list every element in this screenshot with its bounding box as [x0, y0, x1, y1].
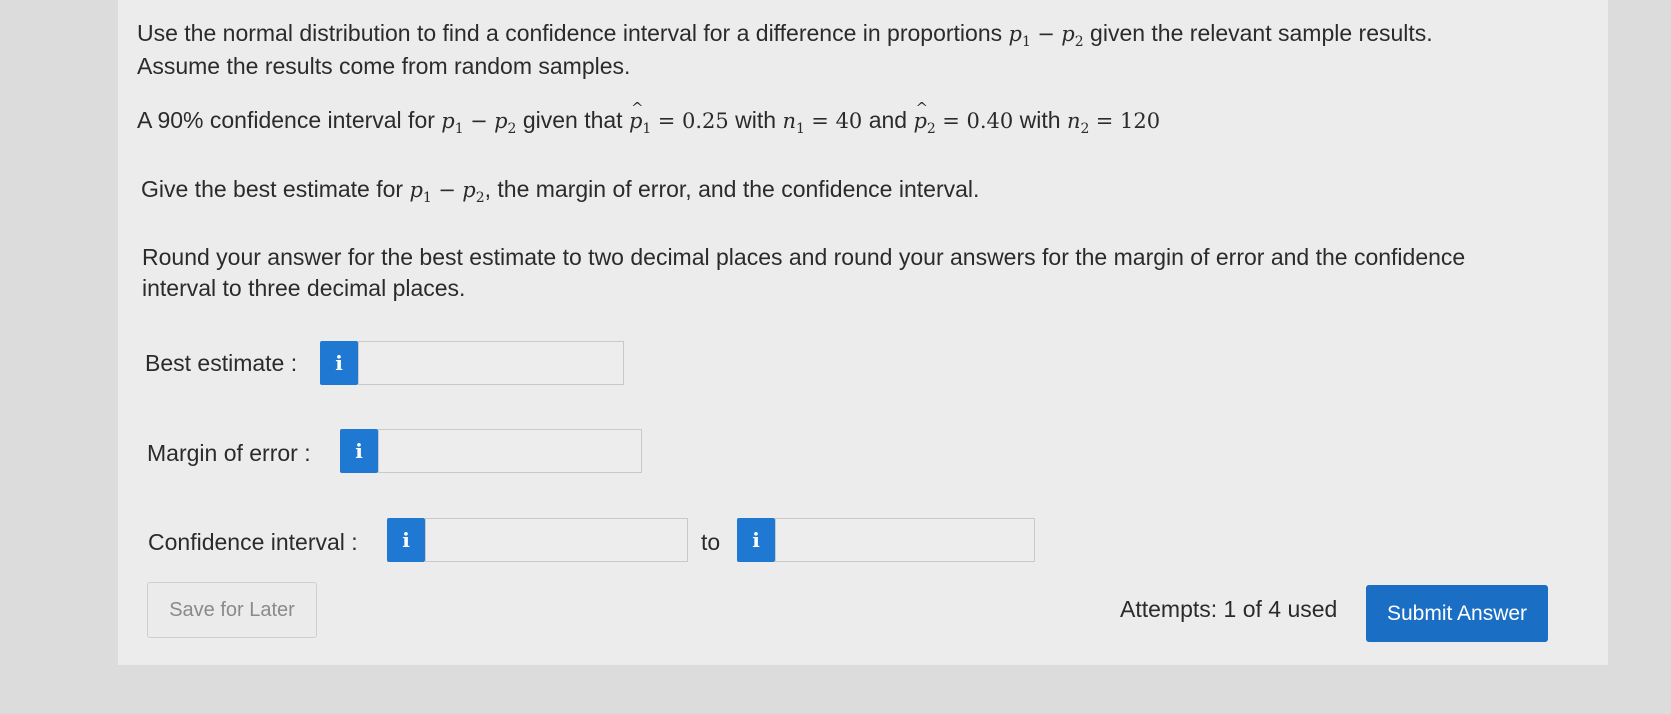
question-ci-line: A 90% confidence interval for p1 − p2 gi…: [137, 93, 1160, 145]
question-panel: [118, 0, 1608, 665]
ci-upper-input[interactable]: [775, 518, 1035, 562]
rounding-instructions-line1: Round your answer for the best estimate …: [142, 244, 1466, 270]
submit-answer-button[interactable]: Submit Answer: [1366, 585, 1548, 642]
ci-to-label: to: [701, 529, 721, 555]
question-instructions: Give the best estimate for p1 − p2, the …: [141, 176, 980, 206]
confidence-interval-label: Confidence interval :: [148, 529, 358, 555]
ci-upper-info-icon[interactable]: i: [737, 518, 775, 562]
save-for-later-button[interactable]: Save for Later: [147, 582, 317, 638]
margin-of-error-label: Margin of error :: [147, 440, 311, 466]
margin-of-error-input[interactable]: [378, 429, 642, 473]
best-estimate-info-icon[interactable]: i: [320, 341, 358, 385]
attempts-counter: Attempts: 1 of 4 used: [1120, 596, 1338, 622]
ci-lower-info-icon[interactable]: i: [387, 518, 425, 562]
best-estimate-input[interactable]: [358, 341, 624, 385]
rounding-instructions-line2: interval to three decimal places.: [142, 275, 466, 301]
question-intro-line2: Assume the results come from random samp…: [137, 53, 631, 79]
ci-lower-input[interactable]: [425, 518, 688, 562]
best-estimate-label: Best estimate :: [145, 350, 298, 376]
margin-of-error-info-icon[interactable]: i: [340, 429, 378, 473]
